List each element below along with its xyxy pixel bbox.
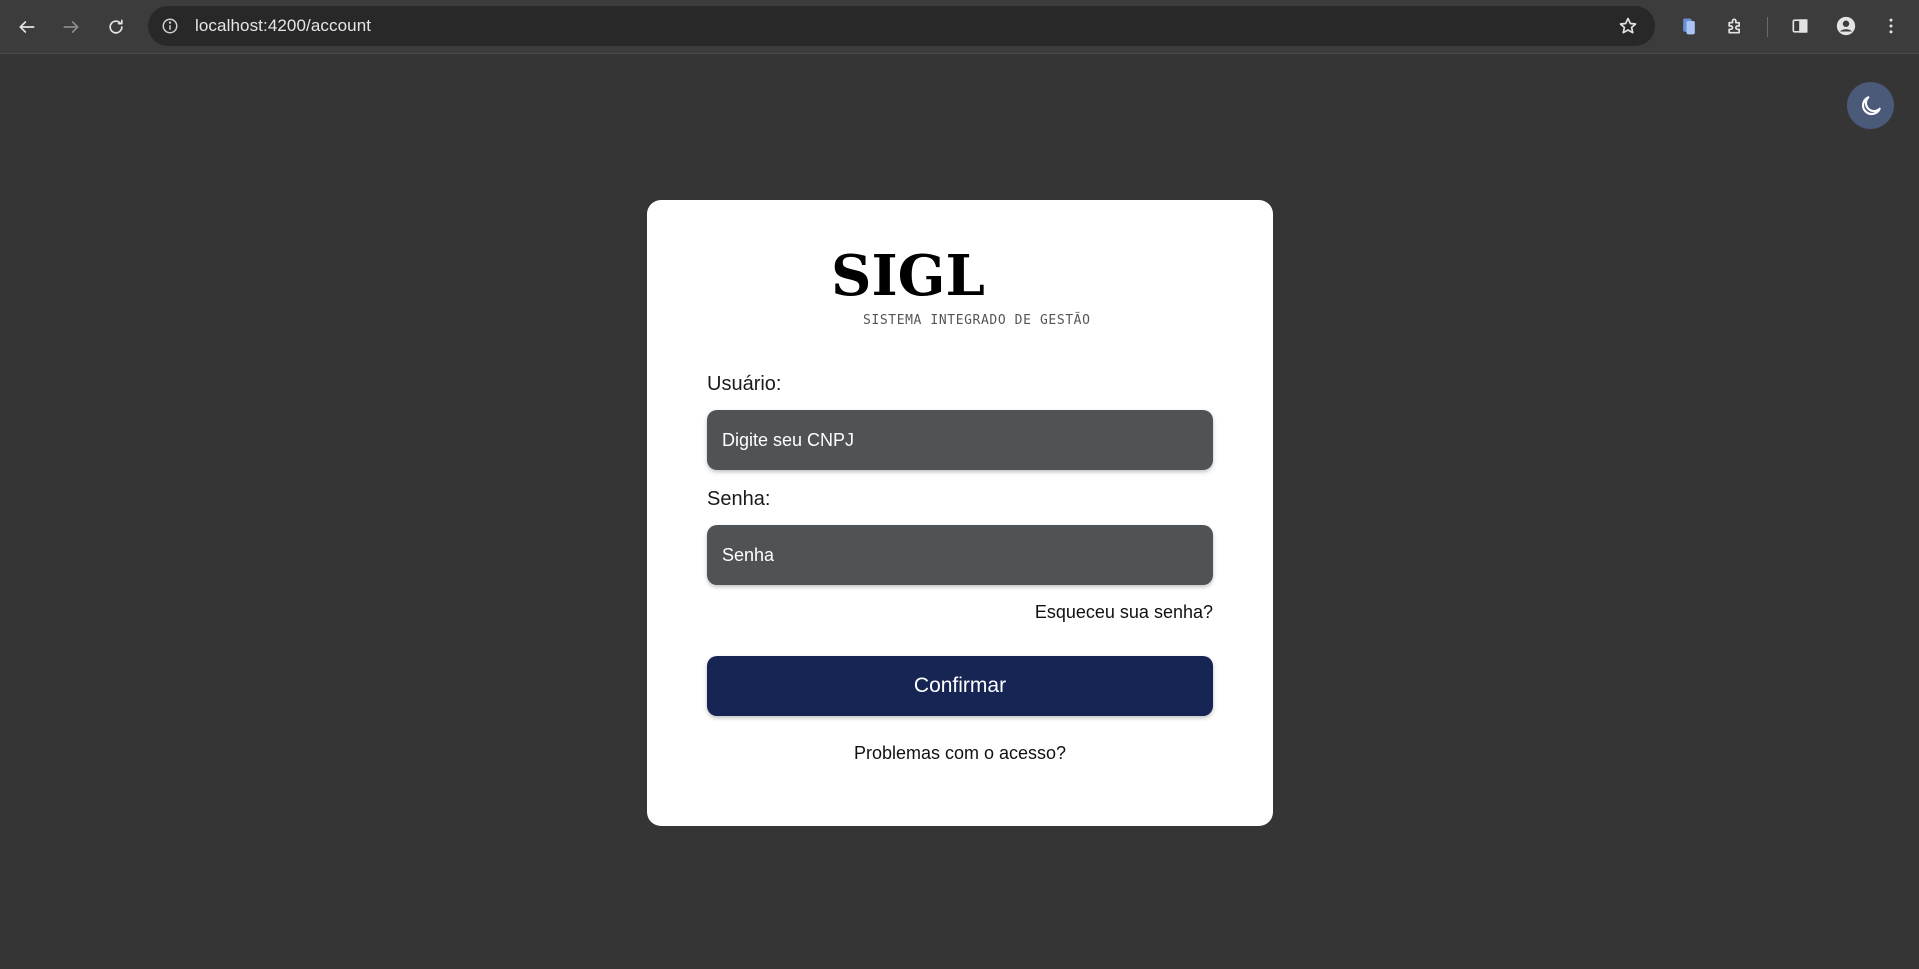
- address-bar[interactable]: localhost:4200/account: [148, 6, 1655, 46]
- access-problems-link[interactable]: Problemas com o acesso?: [647, 743, 1273, 764]
- site-info-icon[interactable]: [159, 15, 181, 37]
- url-text[interactable]: localhost:4200/account: [195, 16, 371, 36]
- side-panel-icon[interactable]: [1787, 13, 1813, 39]
- login-card: SIGL SISTEMA INTEGRADO DE GESTÃO Usuário…: [647, 200, 1273, 826]
- profile-avatar-icon[interactable]: [1833, 13, 1859, 39]
- arrow-right-icon: [63, 21, 79, 33]
- moon-icon: [1861, 95, 1881, 115]
- toolbar-divider: [1767, 17, 1768, 37]
- theme-toggle-button[interactable]: [1847, 82, 1894, 129]
- password-input[interactable]: [707, 525, 1213, 585]
- forward-button[interactable]: [56, 12, 86, 42]
- bookmark-star-icon[interactable]: [1617, 15, 1639, 37]
- app-logo: SIGL: [831, 243, 985, 309]
- browser-toolbar: localhost:4200/account: [0, 0, 1919, 54]
- reload-icon: [109, 19, 123, 34]
- cnpj-input[interactable]: [707, 410, 1213, 470]
- confirm-button[interactable]: Confirmar: [707, 656, 1213, 716]
- reload-button[interactable]: [101, 12, 131, 42]
- password-label: Senha:: [707, 488, 771, 510]
- app-tagline: SISTEMA INTEGRADO DE GESTÃO: [863, 313, 1091, 328]
- kebab-menu-icon[interactable]: [1878, 13, 1904, 39]
- extension-docs-icon[interactable]: [1676, 13, 1702, 39]
- user-label: Usuário:: [707, 373, 782, 395]
- arrow-left-icon: [19, 21, 35, 33]
- extensions-puzzle-icon[interactable]: [1722, 13, 1748, 39]
- back-button[interactable]: [12, 12, 42, 42]
- forgot-password-link[interactable]: Esqueceu sua senha?: [1035, 602, 1213, 623]
